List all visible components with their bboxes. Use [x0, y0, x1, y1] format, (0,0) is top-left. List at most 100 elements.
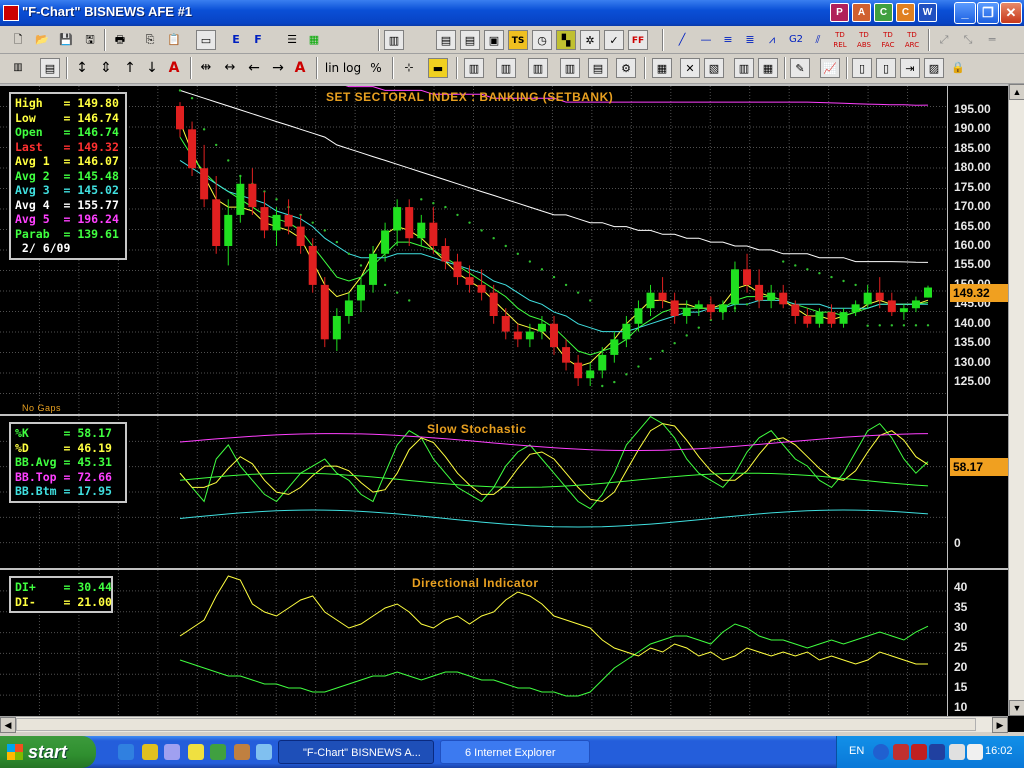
tray-icon-4[interactable] — [929, 744, 945, 760]
erase-icon[interactable]: ═ — [982, 30, 1002, 50]
compare-icon[interactable]: ▨ — [924, 58, 944, 78]
chart-icon[interactable]: ▤ — [40, 58, 60, 78]
hline-icon[interactable]: — — [696, 30, 716, 50]
font-bigger-icon[interactable]: E — [226, 30, 246, 50]
td-arc-icon[interactable]: TD ARC — [902, 30, 922, 50]
open-folder-icon[interactable]: 📂 — [32, 30, 52, 50]
stochastic-panel[interactable]: 500 Slow Stochastic 58.17 %K = 58.17%D =… — [0, 414, 1008, 568]
horizontal-scrollbar[interactable]: ◀ ▶ — [0, 716, 1008, 733]
calc-icon[interactable]: ▣ — [484, 30, 504, 50]
bar-chart-icon[interactable]: ▥ — [384, 30, 404, 50]
volume-icon[interactable]: ▥ — [734, 58, 754, 78]
scroll-up-arrow[interactable]: ▲ — [1009, 84, 1024, 100]
td-fac-icon[interactable]: TD FAC — [878, 30, 898, 50]
ts-icon[interactable]: TS — [508, 30, 528, 50]
color-picker-icon[interactable]: ▬ — [428, 58, 448, 78]
indicator-4-icon[interactable]: ▥ — [560, 58, 580, 78]
doc-arrow-icon[interactable]: ⇥ — [900, 58, 920, 78]
sheet-icon[interactable]: ▧ — [704, 58, 724, 78]
arrow-up-icon[interactable]: ↑ — [120, 58, 140, 78]
speed-icon[interactable]: ⩘ — [762, 30, 782, 50]
copy-icon[interactable]: ⎘ — [140, 30, 160, 50]
lin-scale-button[interactable]: lin — [322, 58, 342, 78]
scroll-right-arrow[interactable]: ▶ — [992, 717, 1008, 733]
td-rel-icon[interactable]: TD REL — [830, 30, 850, 50]
quick-icon-2[interactable]: A — [852, 3, 871, 22]
quick-icon-5[interactable]: W — [918, 3, 937, 22]
task-internet-explorer[interactable]: 6 Internet Explorer — [440, 740, 590, 764]
cursor-icon[interactable]: ⊹ — [398, 58, 420, 78]
arrow-down-icon[interactable]: ↓ — [142, 58, 162, 78]
delete-line-icon[interactable]: ⤢ — [934, 30, 954, 50]
new-file-icon[interactable]: 🗋 — [8, 30, 28, 50]
doc-icon[interactable]: ▯ — [876, 58, 896, 78]
ff-icon[interactable]: FF — [628, 30, 648, 50]
indicator-2-icon[interactable]: ▥ — [496, 58, 516, 78]
quicklaunch-icon-2[interactable] — [142, 744, 158, 760]
show-desktop-icon[interactable] — [164, 744, 180, 760]
window-icon[interactable]: ▭ — [196, 30, 216, 50]
num-table-icon[interactable]: ▤ — [460, 30, 480, 50]
lock-icon[interactable]: 🔒 — [948, 58, 968, 78]
quick-icon-4[interactable]: C — [896, 3, 915, 22]
sun-icon[interactable]: ✲ — [580, 30, 600, 50]
auto-scale-v-icon[interactable]: A — [164, 58, 184, 78]
fan-icon[interactable]: ≣ — [740, 30, 760, 50]
indicator-3-icon[interactable]: ▥ — [528, 58, 548, 78]
minimize-button[interactable]: _ — [954, 2, 976, 24]
chart-line-icon[interactable]: 📈 — [820, 58, 840, 78]
channel-icon[interactable]: ≡ — [718, 30, 738, 50]
price-panel[interactable]: 195.00 190.00 185.00 180.00 175.00 170.00 165.… — [0, 84, 1008, 414]
auto-scale-h-icon[interactable]: A — [290, 58, 310, 78]
task-fchart[interactable]: "F-Chart" BISNEWS A... — [278, 740, 434, 764]
arrow-left-icon[interactable]: ← — [244, 58, 264, 78]
media-player-icon[interactable] — [188, 744, 204, 760]
delete-all-icon[interactable]: ⤡ — [958, 30, 978, 50]
start-button[interactable]: start — [0, 736, 96, 768]
calendar-icon[interactable]: ▦ — [758, 58, 778, 78]
g2-icon[interactable]: G2 — [786, 30, 806, 50]
quicklaunch-icon-7[interactable] — [256, 744, 272, 760]
scroll-thumb[interactable] — [16, 718, 976, 731]
list-icon[interactable]: ☰ — [282, 30, 302, 50]
save-as-icon[interactable]: 🖫 — [80, 30, 100, 50]
arrow-right-icon[interactable]: → — [268, 58, 288, 78]
log-scale-button[interactable]: log — [342, 58, 362, 78]
save-icon[interactable]: 💾 — [56, 30, 76, 50]
close-button[interactable]: ✕ — [1000, 2, 1022, 24]
paste-icon[interactable]: 📋 — [164, 30, 184, 50]
remove-indicator-icon[interactable]: ✕ — [680, 58, 700, 78]
trendline-icon[interactable]: ╱ — [672, 30, 692, 50]
clock-icon[interactable]: ◷ — [532, 30, 552, 50]
quicklaunch-icon-6[interactable] — [234, 744, 250, 760]
template-icon[interactable]: ▦ — [652, 58, 672, 78]
compress-h-icon[interactable]: ⇹ — [196, 58, 216, 78]
font-smaller-icon[interactable]: F — [248, 30, 268, 50]
tray-icon-5[interactable] — [949, 744, 965, 760]
properties-icon[interactable]: ⚙ — [616, 58, 636, 78]
scroll-down-arrow[interactable]: ▼ — [1009, 700, 1024, 716]
language-indicator[interactable]: EN — [849, 745, 864, 757]
expand-h-icon[interactable]: ↔ — [220, 58, 240, 78]
indicator-1-icon[interactable]: ▥ — [464, 58, 484, 78]
scroll-left-arrow[interactable]: ◀ — [0, 717, 16, 733]
td-abs-icon[interactable]: TD ABS — [854, 30, 874, 50]
grid-icon[interactable]: ▦ — [304, 30, 324, 50]
quick-icon-1[interactable]: P — [830, 3, 849, 22]
doc-add-icon[interactable]: ▯ — [852, 58, 872, 78]
quicklaunch-icon-5[interactable] — [210, 744, 226, 760]
highlight-icon[interactable]: ▚ — [556, 30, 576, 50]
percent-scale-button[interactable]: % — [366, 58, 386, 78]
tray-icon-2[interactable] — [893, 744, 909, 760]
ie-quicklaunch-icon[interactable] — [118, 744, 134, 760]
print-icon[interactable]: 🖶 — [110, 30, 130, 50]
table-icon[interactable]: ▤ — [436, 30, 456, 50]
expand-vertical-icon[interactable]: ⇕ — [96, 58, 116, 78]
quick-icon-3[interactable]: C — [874, 3, 893, 22]
bar-icon[interactable]: ▥ — [8, 58, 28, 78]
edit-icon[interactable]: ✎ — [790, 58, 810, 78]
scroll-updown-icon[interactable]: ↕ — [72, 58, 92, 78]
tray-icon-1[interactable] — [873, 744, 889, 760]
restore-button[interactable]: ❐ — [977, 2, 999, 24]
parallel-icon[interactable]: ⫽ — [808, 30, 828, 50]
